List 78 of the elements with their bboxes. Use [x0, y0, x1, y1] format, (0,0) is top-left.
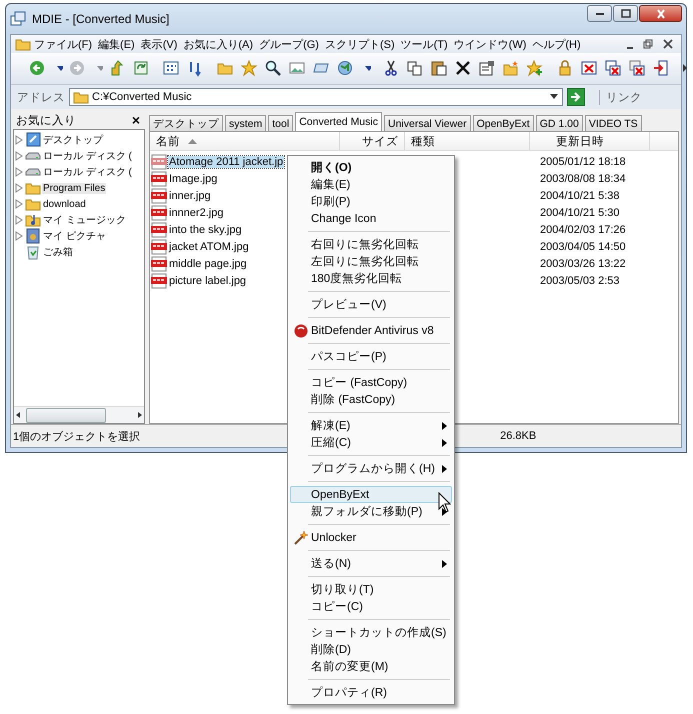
- file-name[interactable]: middle page.jpg: [168, 258, 248, 270]
- file-name[interactable]: jacket ATOM.jpg: [168, 240, 250, 252]
- menu-item[interactable]: 親フォルダに移動(P): [290, 503, 452, 520]
- menu-item[interactable]: 切り取り(T): [290, 581, 452, 598]
- column-header[interactable]: 種類: [405, 132, 530, 150]
- menu-item[interactable]: ツール(T): [398, 36, 451, 52]
- menu-item[interactable]: プレビュー(V): [290, 296, 452, 313]
- menu-item[interactable]: 右回りに無劣化回転: [290, 236, 452, 253]
- menu-item[interactable]: Unlocker: [290, 529, 452, 546]
- tree-item[interactable]: ローカル ディスク (: [42, 149, 133, 163]
- status-size: 26.8KB: [500, 430, 536, 442]
- modified-date: 2004/10/21 5:38: [540, 190, 620, 202]
- menu-item[interactable]: 名前の変更(M): [290, 658, 452, 675]
- menu-item[interactable]: ショートカットの作成(S): [290, 624, 452, 641]
- menu-item[interactable]: 左回りに無劣化回転: [290, 253, 452, 270]
- menu-item[interactable]: 送る(N): [290, 555, 452, 572]
- menu-item[interactable]: ウインドウ(W): [450, 36, 530, 52]
- file-name[interactable]: inner.jpg: [168, 190, 212, 202]
- tab[interactable]: GD 1.00: [536, 115, 583, 131]
- menu-item[interactable]: お気に入り(A): [180, 36, 256, 52]
- tab[interactable]: OpenByExt: [472, 115, 534, 131]
- window-title: MDIE - [Converted Music]: [32, 12, 170, 26]
- pane-close-button[interactable]: ×: [130, 112, 142, 128]
- tab[interactable]: デスクトップ: [149, 115, 223, 131]
- modified-date: 2004/02/03 17:26: [540, 224, 626, 236]
- menu-item[interactable]: スクリプト(S): [322, 36, 398, 52]
- modified-date: 2005/01/12 18:18: [540, 156, 626, 168]
- menu-item[interactable]: 編集(E): [290, 176, 452, 193]
- tree-item[interactable]: マイ ピクチャ: [42, 229, 107, 243]
- tree-item[interactable]: ごみ箱: [42, 245, 74, 259]
- file-name[interactable]: into the sky.jpg: [168, 224, 243, 236]
- tab[interactable]: Universal Viewer: [384, 115, 471, 131]
- menu-item[interactable]: ファイル(F): [31, 36, 96, 52]
- file-name[interactable]: Atomage 2011 jacket.jp: [168, 156, 284, 168]
- menu-item[interactable]: 削除(D): [290, 641, 452, 658]
- tree-item[interactable]: デスクトップ: [42, 133, 104, 147]
- tree-item[interactable]: download: [42, 198, 87, 210]
- menu-item[interactable]: OpenByExt: [290, 486, 452, 503]
- file-name[interactable]: picture label.jpg: [168, 274, 248, 286]
- menu-item[interactable]: 180度無劣化回転: [290, 270, 452, 287]
- modified-date: 2004/10/21 5:30: [540, 206, 620, 218]
- tab[interactable]: VIDEO TS: [584, 115, 642, 131]
- modified-date: 2003/04/05 14:50: [540, 240, 626, 252]
- menu-item[interactable]: コピー(C): [290, 598, 452, 615]
- column-header[interactable]: サイズ: [340, 132, 405, 150]
- tab[interactable]: Converted Music: [295, 112, 382, 131]
- menu-item[interactable]: 解凍(E): [290, 417, 452, 434]
- file-name[interactable]: innner2.jpg: [168, 206, 224, 218]
- file-name[interactable]: Image.jpg: [168, 172, 218, 184]
- menu-item[interactable]: プログラムから開く(H): [290, 460, 452, 477]
- menu-item[interactable]: 編集(E): [95, 36, 138, 52]
- modified-date: 2003/03/26 13:22: [540, 258, 626, 270]
- pane-title: お気に入り: [16, 114, 76, 128]
- address-field[interactable]: C:¥Converted Music: [69, 88, 563, 106]
- menu-item[interactable]: グループ(G): [256, 36, 322, 52]
- menu-item[interactable]: プロパティ(R): [290, 684, 452, 701]
- menu-item[interactable]: 圧縮(C): [290, 434, 452, 451]
- status-text: 1個のオブジェクトを選択: [13, 430, 140, 444]
- menu-item[interactable]: パスコピー(P): [290, 348, 452, 365]
- menu-item[interactable]: 削除 (FastCopy): [290, 391, 452, 408]
- modified-date: 2003/08/08 18:34: [540, 172, 626, 184]
- menu-item[interactable]: 開く(O): [290, 159, 452, 176]
- menu-item[interactable]: 印刷(P): [290, 193, 452, 210]
- tab[interactable]: system: [225, 115, 266, 131]
- menu-item[interactable]: ヘルプ(H): [529, 36, 584, 52]
- tree-item[interactable]: ローカル ディスク (: [42, 165, 133, 179]
- menu-item[interactable]: コピー (FastCopy): [290, 374, 452, 391]
- tree-item[interactable]: マイ ミュージック: [42, 213, 127, 227]
- menu-item[interactable]: 表示(V): [138, 36, 180, 52]
- column-header[interactable]: 更新日時: [530, 132, 650, 150]
- tree-item[interactable]: Program Files: [42, 182, 106, 194]
- tab[interactable]: tool: [268, 115, 294, 131]
- menu-item[interactable]: BitDefender Antivirus v8: [290, 322, 452, 339]
- address-label: アドレス: [17, 90, 65, 104]
- links-label[interactable]: リンク: [599, 90, 642, 104]
- modified-date: 2003/05/03 2:53: [540, 274, 620, 286]
- menu-item[interactable]: Change Icon: [290, 210, 452, 227]
- column-header[interactable]: 名前: [150, 132, 340, 150]
